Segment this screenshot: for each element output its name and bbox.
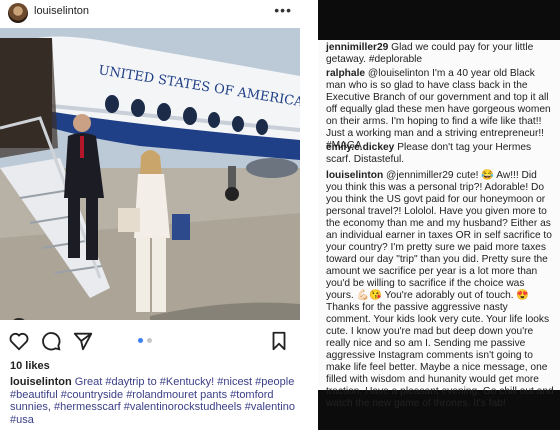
post-header: louiselinton •••	[0, 0, 300, 26]
post-username[interactable]: louiselinton	[34, 5, 89, 17]
comment-username[interactable]: jennimiller29	[326, 42, 388, 53]
comments-list: jennimiller29 Glad we could pay for your…	[318, 40, 560, 409]
carousel-indicator	[138, 338, 162, 344]
post-caption: louiselinton Great #daytrip to #Kentucky…	[10, 376, 295, 426]
likes-count[interactable]: 10 likes	[10, 360, 50, 372]
comment-text: @jennimiller29 cute! 😂 Aw!!! Did you thi…	[326, 170, 554, 409]
comment-text: @louiselinton I'm a 40 year old Black ma…	[326, 68, 551, 151]
caption-username[interactable]: louiselinton	[10, 376, 72, 388]
comment-item: emily.e.dickey Please don't tag your Her…	[326, 142, 554, 166]
comment-username[interactable]: emily.e.dickey	[326, 142, 394, 153]
share-icon[interactable]	[72, 330, 94, 352]
comment-username[interactable]: louiselinton	[326, 170, 383, 181]
instagram-post: louiselinton ••• UNITED STATES OF AMERIC…	[0, 0, 300, 430]
comment-item: louiselinton @jennimiller29 cute! 😂 Aw!!…	[326, 170, 554, 410]
comments-panel: jennimiller29 Glad we could pay for your…	[318, 0, 560, 430]
comment-icon[interactable]	[40, 330, 62, 352]
comment-item: jennimiller29 Glad we could pay for your…	[326, 42, 554, 66]
more-options-icon[interactable]: •••	[274, 2, 292, 18]
comment-item: ralphale @louiselinton I'm a 40 year old…	[326, 68, 554, 152]
post-photo[interactable]: UNITED STATES OF AMERICA	[0, 28, 300, 320]
plane-photo-illustration: UNITED STATES OF AMERICA	[0, 28, 300, 320]
heart-icon[interactable]	[8, 330, 30, 352]
bookmark-icon[interactable]	[268, 330, 290, 352]
avatar[interactable]	[8, 3, 28, 23]
comment-username[interactable]: ralphale	[326, 68, 365, 79]
